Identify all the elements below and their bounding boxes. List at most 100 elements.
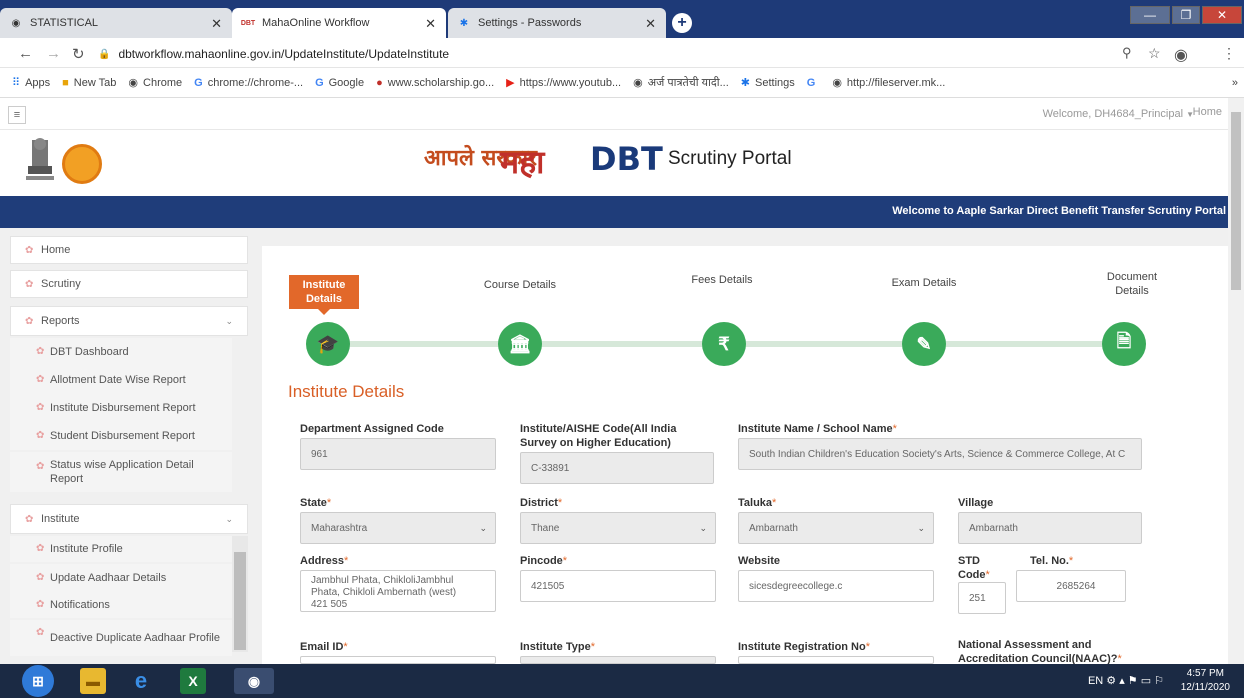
sidebar-item-home[interactable]: ✿ Home [10,236,248,264]
rupee-icon[interactable]: ₹ [702,322,746,366]
start-button-icon[interactable]: ⊞ [22,665,54,697]
step-label-institute-details[interactable]: Institute Details [289,275,359,315]
sidebar-item-status-report[interactable]: ✿ Status wise Application Detail Report [10,452,232,492]
reload-icon[interactable]: ↻ [72,45,85,63]
step-label-fees-details[interactable]: Fees Details [682,273,762,287]
sidebar-item-institute-disbursement[interactable]: ✿ Institute Disbursement Report [10,394,232,422]
hamburger-menu-button[interactable]: ≡ [8,106,26,124]
bookmark-scholarship[interactable]: ● www.scholarship.go... [376,77,494,89]
sidebar-item-notifications[interactable]: ✿ Notifications [10,592,232,618]
zoom-icon[interactable]: ⚲ [1122,45,1132,61]
home-link[interactable]: Home [1193,106,1222,118]
district-label: District* [520,497,563,509]
taluka-label: Taluka* [738,497,777,509]
bookmark-fileserver[interactable]: ◉ http://fileserver.mk... [832,76,945,90]
bookmark-chrome[interactable]: ◉ Chrome [128,76,182,90]
bookmark-new-tab[interactable]: ■ New Tab [62,77,116,89]
sidebar-item-allotment-report[interactable]: ✿ Allotment Date Wise Report [10,366,232,394]
maximize-button[interactable]: ❐ [1172,6,1200,24]
close-tab-icon[interactable]: ✕ [425,16,436,32]
chevron-down-icon: ⌄ [699,522,707,533]
bullet-icon: ✿ [36,543,45,554]
district-select[interactable]: Thane ⌄ [520,512,716,544]
welcome-banner: Welcome to Aaple Sarkar Direct Benefit T… [0,196,1228,228]
sidebar-item-student-disbursement[interactable]: ✿ Student Disbursement Report [10,422,232,450]
tab-label: MahaOnline Workflow [262,17,370,29]
bookmark-settings[interactable]: ✱ Settings [741,76,795,90]
sidebar-item-dbt-dashboard[interactable]: ✿ DBT Dashboard [10,338,232,366]
dbt-logo-icon: DBT [240,19,256,27]
bookmark-chrome-url[interactable]: Gchrome://chrome-... [194,77,303,89]
apps-grid-icon: ⠿ [12,77,21,89]
std-code-label: STD Code* [958,555,990,581]
email-input[interactable] [300,656,496,664]
institution-icon[interactable]: 🏛 [498,322,542,366]
bullet-icon: ✿ [36,346,45,357]
step-label-course-details[interactable]: Course Details [480,278,560,292]
bookmark-marathi-list[interactable]: ◉ अर्ज पात्रतेची यादी... [633,75,729,90]
state-select[interactable]: Maharashtra ⌄ [300,512,496,544]
sidebar-item-deactive-aadhaar[interactable]: ✿ Deactive Duplicate Aadhaar Profile [10,620,232,656]
tel-no-input[interactable]: 2685264 [1016,570,1126,602]
star-icon[interactable]: ☆ [1148,45,1161,62]
back-icon[interactable]: ← [18,45,33,62]
sidebar-item-scrutiny[interactable]: ✿ Scrutiny [10,270,248,298]
state-label: State* [300,497,332,509]
tab-label: STATISTICAL [30,17,99,29]
clock[interactable]: 4:57 PM 12/11/2020 [1181,667,1230,695]
sidebar-item-institute[interactable]: ✿ Institute ⌄ [10,504,248,534]
profile-icon[interactable]: ◉ [1174,45,1188,65]
graduation-cap-icon[interactable]: 🎓 [306,322,350,366]
tel-no-label: Tel. No.* [1030,555,1074,567]
step-label-exam-details[interactable]: Exam Details [884,276,964,290]
bookmark-google[interactable]: G Google [315,77,364,89]
close-tab-icon[interactable]: ✕ [645,16,656,32]
naac-label: National Assessment and Accreditation Co… [958,639,1122,665]
minimize-button[interactable]: — [1130,6,1170,24]
registration-no-input[interactable] [738,656,934,664]
website-input[interactable]: sicesdegreecollege.c [738,570,934,602]
internet-explorer-icon[interactable]: e [128,668,154,694]
globe-icon: ◉ [633,77,643,89]
address-bar[interactable]: 🔒 dbtworkflow.mahaonline.gov.in/UpdateIn… [98,44,1098,64]
bookmark-g[interactable]: G [807,77,821,89]
file-explorer-icon[interactable]: ▬ [80,668,106,694]
close-window-button[interactable]: ✕ [1202,6,1242,24]
forward-icon[interactable]: → [46,45,61,62]
welcome-user-dropdown[interactable]: Welcome, DH4684_Principal ▼ [1043,108,1194,120]
pincode-input[interactable]: 421505 [520,570,716,602]
dbt-logo-text: DBT [590,140,663,178]
chrome-taskbar-icon[interactable]: ◉ [234,668,274,694]
village-field: Ambarnath [958,512,1142,544]
excel-icon[interactable]: X [180,668,206,694]
sidebar-item-update-aadhaar[interactable]: ✿ Update Aadhaar Details [10,564,232,592]
menu-dots-icon[interactable]: ⋮ [1222,45,1236,62]
step-label-document-details[interactable]: Document Details [1092,270,1172,298]
tab-mahaonline[interactable]: DBT MahaOnline Workflow ✕ [232,8,446,38]
institute-type-label: Institute Type* [520,641,595,653]
institute-type-select[interactable] [520,656,716,664]
document-icon[interactable]: 🗎 [1102,322,1146,366]
google-icon: G [194,76,203,89]
new-tab-button[interactable]: + [672,13,692,33]
system-tray[interactable]: EN ⚙ ▴ ⚑ ▭ ⚐ [1088,674,1164,687]
windows-taskbar: ⊞ ▬ e X ◉ EN ⚙ ▴ ⚑ ▭ ⚐ 4:57 PM 12/11/2020 [0,664,1244,698]
sidebar-item-reports[interactable]: ✿ Reports ⌄ [10,306,248,336]
taluka-select[interactable]: Ambarnath ⌄ [738,512,934,544]
bookmark-apps[interactable]: ⠿ Apps [12,76,50,90]
chevron-down-icon: ⌄ [917,522,925,533]
sidebar-scrollbar-thumb[interactable] [234,552,246,650]
tab-settings-passwords[interactable]: ✱ Settings - Passwords ✕ [448,8,666,38]
page-scrollbar-thumb[interactable] [1231,112,1241,290]
std-code-input[interactable]: 251 [958,582,1006,614]
sidebar-item-institute-profile[interactable]: ✿ Institute Profile [10,536,232,562]
bookmark-youtube[interactable]: ▶ https://www.youtub... [506,76,621,90]
section-title: Institute Details [288,382,405,401]
globe-icon: ◉ [832,77,842,89]
bullet-icon: ✿ [36,599,45,610]
tab-statistical[interactable]: ◉ STATISTICAL ✕ [0,8,232,38]
address-textarea[interactable]: Jambhul Phata, ChikloliJambhul Phata, Ch… [300,570,496,612]
bookmarks-overflow[interactable]: » [1232,77,1238,89]
edit-icon[interactable]: ✎ [902,322,946,366]
close-tab-icon[interactable]: ✕ [211,16,222,32]
